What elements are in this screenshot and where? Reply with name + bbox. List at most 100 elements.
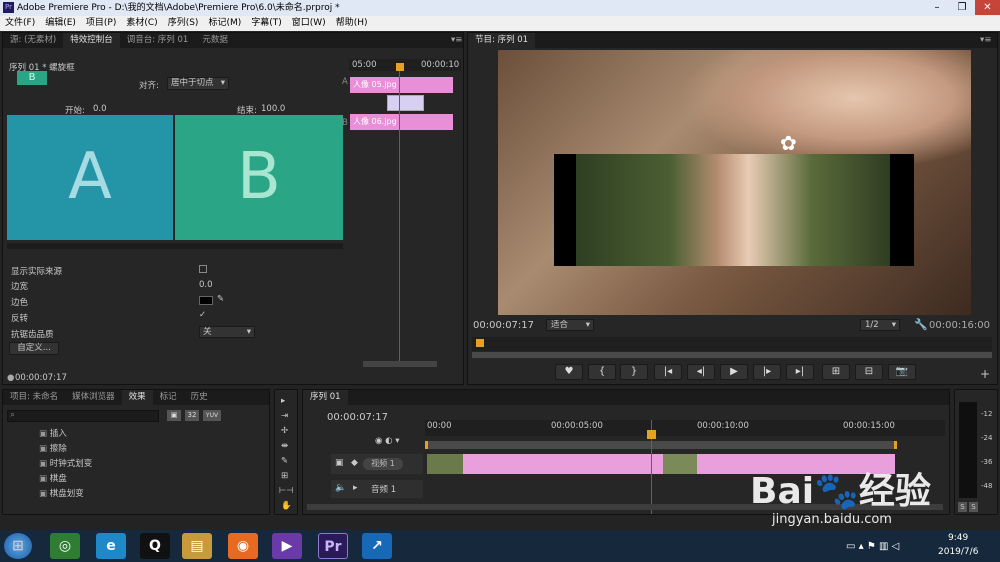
- tab-source[interactable]: 源: (无素材): [3, 33, 63, 48]
- menu-sequence[interactable]: 序列(S): [163, 16, 204, 31]
- 32bit-filter-icon[interactable]: 32: [185, 410, 199, 421]
- menu-marker[interactable]: 标记(M): [203, 16, 246, 31]
- menu-edit[interactable]: 编辑(E): [40, 16, 81, 31]
- razor-tool-icon[interactable]: ✎: [281, 456, 288, 466]
- slide-tool-icon[interactable]: ⊢⊣: [279, 486, 294, 496]
- border-color-swatch[interactable]: [199, 296, 213, 305]
- hand-tool-icon[interactable]: ✋: [281, 501, 292, 511]
- extract-button[interactable]: ⊟: [855, 364, 883, 380]
- go-to-in-button[interactable]: |◂: [654, 364, 682, 380]
- go-to-out-button[interactable]: ▸|: [786, 364, 814, 380]
- taskbar-app-explorer[interactable]: ▤: [182, 533, 212, 559]
- speaker-icon[interactable]: 🔈: [335, 483, 346, 493]
- accelerated-filter-icon[interactable]: ▣: [167, 410, 181, 421]
- menu-title[interactable]: 字幕(T): [246, 16, 287, 31]
- taskbar-app-premiere[interactable]: Pr: [318, 533, 348, 559]
- ec-playhead-handle[interactable]: [396, 63, 404, 71]
- effect-item-checkerboard[interactable]: ▣ 棋盘: [39, 472, 259, 484]
- tab-sequence[interactable]: 序列 01: [303, 390, 348, 405]
- slip-tool-icon[interactable]: ⊞: [281, 471, 288, 481]
- effects-search-input[interactable]: ⌕: [7, 410, 159, 422]
- menu-help[interactable]: 帮助(H): [331, 16, 373, 31]
- reverse-checkbox[interactable]: ✓: [199, 310, 206, 320]
- clip-thumbnail[interactable]: [427, 454, 463, 474]
- clock-date[interactable]: 2019/7/6: [938, 547, 978, 557]
- border-width-value[interactable]: 0.0: [199, 280, 213, 290]
- ec-timecode[interactable]: 00:00:07:17: [15, 373, 67, 383]
- taskbar-app-firefox[interactable]: ◉: [228, 533, 258, 559]
- lift-button[interactable]: ⊞: [822, 364, 850, 380]
- show-source-checkbox[interactable]: [199, 265, 207, 273]
- taskbar-app-tool[interactable]: ↗: [362, 533, 392, 559]
- program-video-frame[interactable]: ✿: [498, 50, 971, 315]
- tab-audio-mixer[interactable]: 调音台: 序列 01: [120, 33, 196, 48]
- step-forward-button[interactable]: |▸: [753, 364, 781, 380]
- mark-out-button[interactable]: }: [620, 364, 648, 380]
- effect-item-wipe[interactable]: ▣ 擦除: [39, 442, 259, 454]
- preview-scrollbar[interactable]: [7, 243, 343, 249]
- antialias-dropdown[interactable]: 关 ▾: [199, 326, 255, 338]
- clock-time[interactable]: 9:49: [948, 533, 968, 543]
- add-marker-button[interactable]: ♥: [555, 364, 583, 380]
- quality-dropdown[interactable]: 1/2 ▾: [860, 319, 900, 331]
- taskbar-app-ie[interactable]: e: [96, 533, 126, 559]
- tab-program[interactable]: 节目: 序列 01: [468, 33, 536, 48]
- program-zoom-bar[interactable]: [472, 352, 992, 358]
- align-dropdown[interactable]: 居中于切点 ▾: [167, 77, 229, 90]
- taskbar-app-360[interactable]: ◎: [50, 533, 80, 559]
- panel-menu-icon[interactable]: ▾≡: [980, 35, 991, 45]
- wrench-icon[interactable]: 🔧: [914, 318, 928, 331]
- solo-right-button[interactable]: S: [969, 502, 978, 512]
- collapse-icon[interactable]: ▸: [353, 483, 358, 493]
- mini-clip-b[interactable]: 人像 06.jpg: [350, 114, 453, 130]
- export-frame-button[interactable]: 📷: [888, 364, 916, 380]
- tab-effect-controls[interactable]: 特效控制台: [63, 33, 120, 48]
- effect-item-clock-wipe[interactable]: ▣ 时钟式划变: [39, 457, 259, 469]
- step-back-button[interactable]: ◂|: [687, 364, 715, 380]
- maximize-icon[interactable]: ❐: [950, 0, 974, 15]
- menu-window[interactable]: 窗口(W): [287, 16, 331, 31]
- taskbar-app-media[interactable]: ▶: [272, 533, 302, 559]
- tab-effects[interactable]: 效果: [121, 390, 153, 405]
- lock-icon[interactable]: ◆: [351, 458, 358, 468]
- program-playhead[interactable]: [476, 339, 484, 347]
- taskbar-app-qq[interactable]: Q: [140, 533, 170, 559]
- minimize-icon[interactable]: –: [925, 0, 949, 15]
- end-value[interactable]: 100.0: [261, 104, 285, 114]
- tab-markers[interactable]: 标记: [153, 390, 184, 405]
- timeline-timecode[interactable]: 00:00:07:17: [327, 412, 388, 423]
- tab-project[interactable]: 项目: 未命名: [3, 390, 65, 405]
- preview-b[interactable]: B: [175, 115, 343, 240]
- ec-playhead[interactable]: [399, 63, 400, 363]
- menu-file[interactable]: 文件(F): [0, 16, 40, 31]
- start-button[interactable]: ⊞: [4, 533, 32, 559]
- yuv-filter-icon[interactable]: YUV: [203, 410, 221, 421]
- panel-menu-icon[interactable]: ▾≡: [451, 35, 462, 45]
- play-button[interactable]: ▶: [720, 364, 748, 380]
- add-button-icon[interactable]: +: [980, 367, 990, 381]
- effect-item-insert[interactable]: ▣ 插入: [39, 427, 259, 439]
- rate-stretch-tool-icon[interactable]: ⇼: [281, 441, 288, 451]
- snap-icon[interactable]: ◉ ◐ ▾: [375, 436, 400, 446]
- program-timecode[interactable]: 00:00:07:17: [473, 320, 534, 331]
- program-ruler[interactable]: [472, 337, 992, 351]
- fit-dropdown[interactable]: 适合 ▾: [546, 319, 594, 331]
- tab-history[interactable]: 历史: [184, 390, 215, 405]
- tab-metadata[interactable]: 元数据: [195, 33, 235, 48]
- start-value[interactable]: 0.0: [93, 104, 107, 114]
- track-select-tool-icon[interactable]: ⇥: [281, 411, 288, 421]
- close-icon[interactable]: ✕: [975, 0, 1000, 15]
- preview-a[interactable]: A: [7, 115, 173, 240]
- mini-scrollbar[interactable]: [363, 361, 437, 367]
- tab-media-browser[interactable]: 媒体浏览器: [65, 390, 122, 405]
- custom-button[interactable]: 自定义...: [9, 342, 59, 355]
- video-track-label[interactable]: 视频 1: [363, 458, 403, 470]
- eye-icon[interactable]: ▣: [335, 458, 344, 468]
- tray-icons[interactable]: ▭ ▴ ⚑ ▥ ◁: [846, 541, 899, 552]
- solo-left-button[interactable]: S: [958, 502, 967, 512]
- video-clip-a[interactable]: [463, 454, 663, 474]
- mark-in-button[interactable]: {: [588, 364, 616, 380]
- menu-clip[interactable]: 素材(C): [121, 16, 162, 31]
- ripple-edit-tool-icon[interactable]: ✢: [281, 426, 288, 436]
- work-area-bar[interactable]: [425, 441, 897, 449]
